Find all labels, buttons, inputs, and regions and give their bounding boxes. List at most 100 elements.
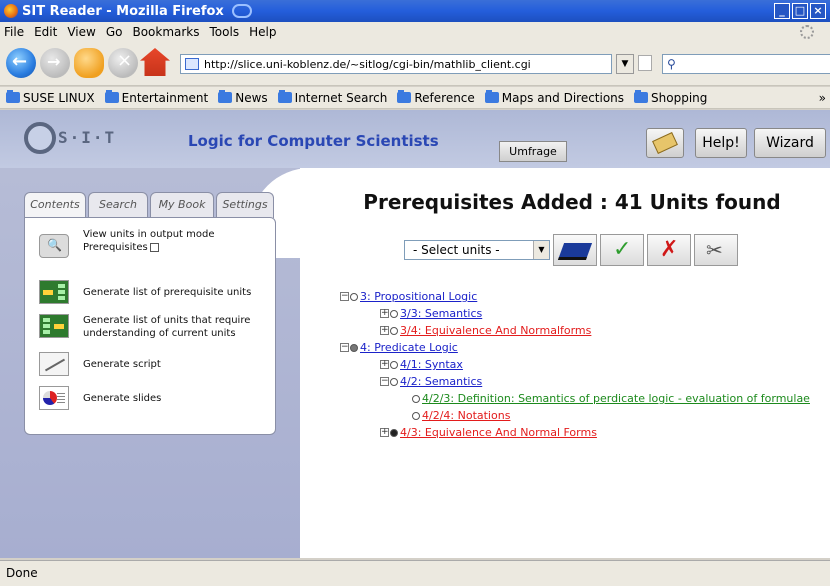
unit-link[interactable]: 4/1: Syntax	[400, 358, 463, 371]
expand-toggle[interactable]: +	[380, 428, 389, 437]
unit-link[interactable]: 4/3: Equivalence And Normal Forms	[400, 426, 597, 439]
bookmarks-overflow-button[interactable]: »	[819, 91, 826, 105]
reload-button[interactable]	[74, 48, 104, 78]
sidebar-item-generate-slides[interactable]: Generate slides	[39, 386, 263, 410]
sidebar-item-prerequisite-units[interactable]: Generate list of prerequisite units	[39, 280, 263, 304]
unit-bullet-icon	[412, 394, 420, 403]
folder-icon	[634, 90, 649, 103]
tree-node: + 3/3: Semantics	[380, 307, 482, 320]
cross-button[interactable]	[647, 234, 691, 266]
expand-toggle[interactable]: +	[380, 326, 389, 335]
maximize-button[interactable]: □	[792, 3, 808, 19]
sit-logo: S·I·T	[24, 120, 134, 156]
bookmark-label: Entertainment	[121, 90, 209, 105]
close-button[interactable]: ×	[810, 3, 826, 19]
bookmark-shopping[interactable]: Shopping	[634, 90, 707, 105]
chevron-down-icon[interactable]: ▼	[533, 241, 549, 259]
folder-icon	[218, 90, 233, 103]
require-list-icon[interactable]	[39, 314, 69, 338]
minimize-button[interactable]: _	[774, 3, 790, 19]
tree-node: + 4/1: Syntax	[380, 358, 463, 371]
unit-link[interactable]: 3: Propositional Logic	[360, 290, 477, 303]
url-dropdown-button[interactable]: ▼	[616, 54, 634, 74]
prerequisites-checkbox[interactable]	[149, 242, 159, 252]
menu-bookmarks[interactable]: Bookmarks	[132, 25, 199, 39]
bookmark-internet-search[interactable]: Internet Search	[277, 90, 387, 105]
folder-icon	[484, 90, 499, 103]
unit-bullet-icon	[350, 292, 358, 301]
tab-my-book[interactable]: My Book	[150, 192, 214, 218]
search-icon: ⚲	[667, 57, 676, 71]
back-button[interactable]	[6, 48, 36, 78]
unit-link[interactable]: 4/2/3: Definition: Semantics of perdicat…	[422, 392, 810, 405]
unit-link[interactable]: 3/3: Semantics	[400, 307, 482, 320]
sidebar-item-generate-script[interactable]: Generate script	[39, 352, 263, 376]
help-button[interactable]: Help!	[695, 128, 747, 158]
firefox-icon	[4, 4, 18, 18]
unit-link[interactable]: 3/4: Equivalence And Normalforms	[400, 324, 591, 337]
window-controls: _ □ ×	[774, 3, 826, 19]
page-content: S·I·T Logic for Computer Scientists Umfr…	[0, 110, 830, 558]
stop-button[interactable]	[108, 48, 138, 78]
expand-toggle[interactable]: +	[380, 360, 389, 369]
menu-go[interactable]: Go	[106, 25, 123, 39]
collapse-toggle[interactable]: −	[340, 343, 349, 352]
menu-edit[interactable]: Edit	[34, 25, 57, 39]
unit-link[interactable]: 4/2: Semantics	[400, 375, 482, 388]
handshake-icon	[652, 132, 678, 154]
collapse-toggle[interactable]: −	[340, 292, 349, 301]
sidebar-panel: View units in output mode Prerequisites …	[24, 217, 276, 435]
check-button[interactable]	[600, 234, 644, 266]
bookmark-news[interactable]: News	[218, 90, 268, 105]
tab-settings[interactable]: Settings	[216, 192, 274, 218]
unit-link[interactable]: 4/2/4: Notations	[422, 409, 510, 422]
window-title: SIT Reader - Mozilla Firefox	[22, 3, 224, 19]
address-bar[interactable]: http://slice.uni-koblenz.de/~sitlog/cgi-…	[180, 54, 612, 74]
menu-tools[interactable]: Tools	[210, 25, 240, 39]
bookmark-suse-linux[interactable]: SUSE LINUX	[6, 90, 95, 105]
home-button[interactable]	[140, 48, 170, 76]
scissors-button[interactable]	[694, 234, 738, 266]
book-button[interactable]	[553, 234, 597, 266]
sidebar-item-require-units[interactable]: Generate list of units that require unde…	[39, 314, 263, 340]
select-units-dropdown[interactable]: - Select units - ▼	[404, 240, 550, 260]
wizard-button[interactable]: Wizard	[754, 128, 826, 158]
tree-node: 4/2/3: Definition: Semantics of perdicat…	[412, 392, 810, 405]
page-icon	[185, 58, 199, 70]
menu-bar: File Edit View Go Bookmarks Tools Help	[0, 22, 830, 42]
handshake-button[interactable]	[646, 128, 684, 158]
generate-slides-label: Generate slides	[83, 393, 162, 404]
tab-contents[interactable]: Contents	[24, 192, 86, 218]
umfrage-button[interactable]: Umfrage	[499, 141, 567, 162]
menu-help[interactable]: Help	[249, 25, 276, 39]
bookmark-maps-and-directions[interactable]: Maps and Directions	[484, 90, 624, 105]
search-input[interactable]: ⚲	[662, 54, 830, 74]
menu-view[interactable]: View	[67, 25, 95, 39]
window-titlebar: SIT Reader - Mozilla Firefox _ □ ×	[0, 0, 830, 22]
page-title: Prerequisites Added : 41 Units found	[363, 190, 781, 214]
unit-link[interactable]: 4: Predicate Logic	[360, 341, 458, 354]
bookmark-label: SUSE LINUX	[23, 90, 95, 105]
bookmark-label: News	[235, 90, 268, 105]
go-button[interactable]	[638, 55, 652, 71]
script-icon[interactable]	[39, 352, 69, 376]
menu-file[interactable]: File	[4, 25, 24, 39]
unit-bullet-icon	[390, 360, 398, 369]
site-title: Logic for Computer Scientists	[188, 132, 439, 150]
forward-button[interactable]	[40, 48, 70, 78]
slides-icon[interactable]	[39, 386, 69, 410]
view-units-line1: View units in output mode	[83, 229, 215, 240]
prerequisite-units-label: Generate list of prerequisite units	[83, 287, 252, 298]
bookmark-entertainment[interactable]: Entertainment	[104, 90, 209, 105]
expand-toggle[interactable]: +	[380, 309, 389, 318]
tab-search[interactable]: Search	[88, 192, 148, 218]
unit-bullet-icon	[390, 326, 398, 335]
prerequisite-list-icon[interactable]	[39, 280, 69, 304]
address-url: http://slice.uni-koblenz.de/~sitlog/cgi-…	[204, 57, 531, 71]
magnifier-icon[interactable]	[39, 234, 69, 258]
navigation-toolbar: http://slice.uni-koblenz.de/~sitlog/cgi-…	[0, 42, 830, 86]
bookmark-reference[interactable]: Reference	[397, 90, 475, 105]
sidebar-item-view-units[interactable]: View units in output mode Prerequisites	[39, 228, 263, 258]
folder-icon	[6, 90, 20, 103]
collapse-toggle[interactable]: −	[380, 377, 389, 386]
